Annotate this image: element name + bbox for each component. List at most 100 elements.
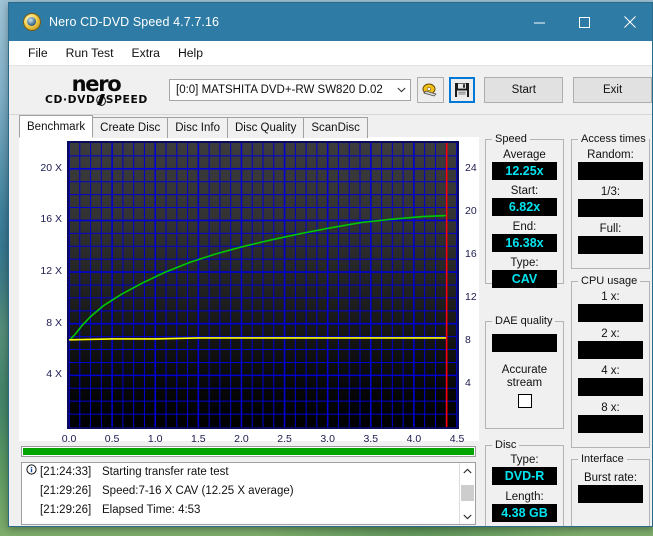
- speed-group-legend: Speed: [492, 133, 530, 145]
- interface-legend: Interface: [578, 453, 627, 465]
- list-item: [21:29:26] Elapsed Time: 4:53: [22, 501, 475, 520]
- accurate-stream-label-line2: stream: [506, 377, 543, 389]
- info-icon: [26, 463, 40, 482]
- cpu-usage-legend: CPU usage: [578, 275, 641, 287]
- access-full-value: [578, 236, 643, 254]
- progress-bar: [21, 446, 476, 457]
- nero-wordmark: nero: [71, 71, 122, 96]
- y-tick-right: 20: [465, 204, 477, 217]
- access-times-group: Access times Random: 1/3: Full:: [571, 133, 650, 269]
- tab-create-disc[interactable]: Create Disc: [92, 117, 169, 138]
- nero-cd-dvd-speed-window: Nero CD-DVD Speed 4.7.7.16 File Run Test…: [8, 2, 653, 527]
- speed-group: Speed Average 12.25x Start: 6.82x End: 1…: [485, 133, 564, 288]
- access-random-value: [578, 162, 643, 180]
- cpu-4x-value: [578, 378, 643, 396]
- accurate-stream-checkbox[interactable]: [517, 394, 532, 408]
- disc-length-value: 4.38 GB: [492, 504, 557, 522]
- dae-quality-legend: DAE quality: [492, 315, 556, 327]
- x-tick: 3.5: [363, 433, 379, 445]
- dae-quality-value: [492, 334, 557, 352]
- speed-average-label: Average: [503, 149, 546, 161]
- window-controls: [517, 3, 652, 41]
- log-time: [21:24:33]: [40, 466, 92, 478]
- cpu-8x-label: 8 x:: [601, 402, 620, 414]
- log-text: Starting transfer rate test: [102, 466, 229, 478]
- minimize-button[interactable]: [517, 3, 562, 41]
- tab-disc-info[interactable]: Disc Info: [167, 117, 228, 138]
- dae-quality-group: DAE quality Accurate stream: [485, 315, 564, 429]
- x-tick: 2.5: [277, 433, 292, 445]
- list-item: [21:29:26] Speed:7-16 X CAV (12.25 X ave…: [22, 482, 475, 501]
- access-full-label: Full:: [599, 223, 622, 235]
- disc-group-legend: Disc: [492, 439, 520, 451]
- log-text: Speed:7-16 X CAV (12.25 X average): [102, 485, 294, 497]
- series-cpu-or-dae-line: [69, 337, 447, 341]
- title-bar: Nero CD-DVD Speed 4.7.7.16: [9, 3, 652, 41]
- results-panel: Speed Average 12.25x Start: 6.82x End: 1…: [485, 133, 651, 526]
- start-button[interactable]: Start: [484, 77, 564, 103]
- y-tick-right: 8: [465, 333, 471, 346]
- x-tick: 4.5: [449, 433, 465, 445]
- list-item: [21:24:33] Starting transfer rate test: [22, 463, 475, 482]
- scroll-down-icon[interactable]: [460, 509, 475, 524]
- eject-disc-icon: [422, 83, 437, 96]
- progress-bar-fill: [23, 448, 474, 455]
- disc-type-value: DVD-R: [492, 467, 557, 485]
- access-one-third-value: [578, 199, 643, 217]
- benchmark-panel: 4 X 8 X 12 X 16 X 20 X 4 8 12 16 20 24 0.0 0.5 1.0 1…: [9, 133, 652, 526]
- disc-type-label: Type:: [510, 454, 539, 466]
- exit-button[interactable]: Exit: [573, 77, 652, 103]
- nero-subwordmark: CD·DVD SPEED: [45, 94, 148, 106]
- close-button[interactable]: [607, 3, 652, 41]
- series-transfer-rate: [70, 214, 447, 340]
- chevron-down-icon[interactable]: [393, 80, 411, 100]
- y-tick-left: 12 X: [40, 265, 62, 278]
- tab-scandisc[interactable]: ScanDisc: [303, 117, 368, 138]
- menu-extra[interactable]: Extra: [123, 44, 169, 62]
- eject-disc-button[interactable]: [417, 77, 444, 103]
- y-tick-right: 12: [465, 290, 477, 303]
- tab-disc-quality[interactable]: Disc Quality: [227, 117, 305, 138]
- cpu-2x-value: [578, 341, 643, 359]
- menu-run-test[interactable]: Run Test: [57, 44, 123, 62]
- y-tick-left: 8 X: [46, 316, 62, 329]
- speed-average-value: 12.25x: [492, 162, 557, 180]
- cpu-2x-label: 2 x:: [601, 328, 620, 340]
- x-tick: 4.0: [406, 433, 422, 445]
- window-title: Nero CD-DVD Speed 4.7.7.16: [49, 15, 220, 29]
- x-tick: 1.0: [147, 433, 163, 445]
- tab-benchmark[interactable]: Benchmark: [19, 115, 94, 138]
- maximize-button[interactable]: [562, 3, 607, 41]
- y-tick-left: 4 X: [46, 368, 62, 381]
- log-time: [21:29:26]: [40, 504, 92, 516]
- save-button[interactable]: [448, 77, 476, 103]
- nero-sub-left: CD·DVD: [44, 93, 96, 106]
- speed-start-value: 6.82x: [492, 198, 557, 216]
- log-scrollbar[interactable]: [459, 463, 475, 524]
- y-tick-right: 4: [465, 376, 471, 389]
- scrollbar-thumb[interactable]: [461, 485, 474, 501]
- disc-length-label: Length:: [505, 491, 544, 503]
- burst-rate-label: Burst rate:: [583, 472, 638, 484]
- x-tick: 3.0: [320, 433, 335, 445]
- y-tick-left: 16 X: [40, 213, 62, 226]
- cpu-4x-label: 4 x:: [601, 365, 620, 377]
- speed-type-value: CAV: [492, 270, 557, 288]
- nero-disc-icon: [23, 13, 41, 31]
- y-tick-right: 24: [465, 161, 477, 174]
- cpu-1x-label: 1 x:: [601, 291, 620, 303]
- menu-file[interactable]: File: [19, 44, 57, 62]
- accurate-stream-label-line1: Accurate: [501, 364, 548, 376]
- scroll-up-icon[interactable]: [460, 463, 475, 478]
- drive-select[interactable]: [0:0] MATSHITA DVD+-RW SW820 D.02: [169, 79, 412, 101]
- floppy-save-icon: [455, 83, 470, 97]
- benchmark-chart: 4 X 8 X 12 X 16 X 20 X 4 8 12 16 20 24 0.0 0.5 1.0 1…: [19, 137, 479, 445]
- nero-logo: nero CD·DVD SPEED: [31, 71, 161, 106]
- menu-help[interactable]: Help: [169, 44, 212, 62]
- cpu-usage-group: CPU usage 1 x: 2 x: 4 x: 8 x:: [571, 275, 650, 448]
- cpu-1x-value: [578, 304, 643, 322]
- interface-group: Interface Burst rate:: [571, 453, 650, 526]
- chart-plot-area: [67, 141, 459, 429]
- x-tick: 2.0: [234, 433, 249, 445]
- log-list[interactable]: [21:24:33] Starting transfer rate test […: [21, 462, 476, 525]
